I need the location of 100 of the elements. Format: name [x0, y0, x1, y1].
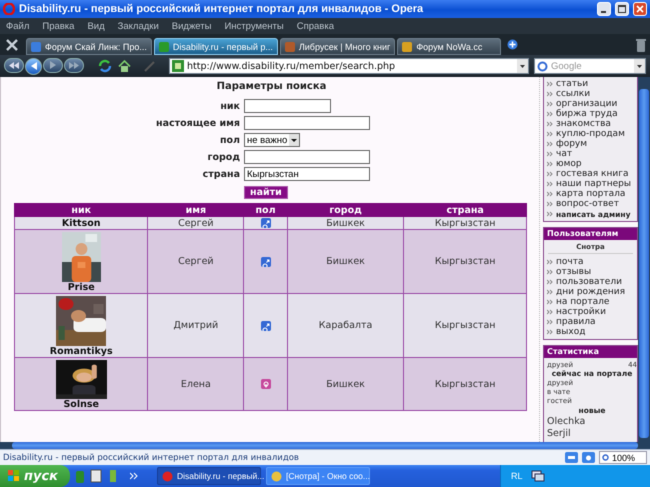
quick-launch-icon[interactable]	[107, 469, 119, 483]
caret-icon[interactable]	[289, 134, 300, 146]
browser-tab[interactable]: Disability.ru - первый р...	[154, 38, 278, 55]
sidebar-link[interactable]: гостевая книга	[556, 169, 628, 179]
column-header[interactable]: пол	[244, 204, 288, 216]
bullet-icon	[547, 211, 553, 217]
bullet-icon	[547, 181, 553, 187]
close-button[interactable]	[633, 2, 647, 16]
zoom-field[interactable]: 100%	[599, 451, 647, 464]
bullet-icon	[547, 269, 553, 275]
camera-icon[interactable]	[582, 452, 595, 463]
menu-item[interactable]: Справка	[296, 20, 334, 32]
menu-item[interactable]: Закладки	[118, 20, 159, 32]
back-icon	[30, 62, 38, 70]
sidebar-link[interactable]: дни рождения	[556, 287, 626, 297]
sidebar-link[interactable]: пользователи	[556, 277, 622, 287]
dropdown[interactable]: не важно	[244, 133, 300, 147]
bullet-icon	[547, 141, 553, 147]
sidebar-link[interactable]: ссылки	[556, 89, 590, 99]
bullet-icon	[547, 259, 553, 265]
close-icon	[636, 5, 644, 13]
bullet-icon	[547, 191, 553, 197]
column-header[interactable]: ник	[14, 204, 148, 216]
maximize-button[interactable]	[615, 2, 629, 16]
sidebar-link[interactable]: на портале	[556, 297, 610, 307]
tools-icon[interactable]	[4, 36, 20, 52]
user-link[interactable]: Serjil	[547, 428, 637, 440]
bullet-icon	[547, 329, 553, 335]
sidebar-link[interactable]: правила	[556, 317, 596, 327]
forward-button[interactable]	[43, 58, 63, 72]
field-label: настоящее имя	[156, 118, 240, 128]
rewind-button[interactable]	[4, 58, 24, 72]
sidebar-link[interactable]: юмор	[556, 159, 582, 169]
dropdown-icon[interactable]	[517, 59, 528, 73]
table-cell: Бишкек	[287, 358, 404, 410]
scrollbar-thumb[interactable]	[639, 89, 649, 438]
field-label: пол	[220, 134, 240, 146]
bullet-icon	[547, 171, 553, 177]
bullet-icon	[547, 131, 553, 137]
sidebar-link[interactable]: выход	[556, 327, 586, 337]
column-header[interactable]: город	[287, 204, 404, 216]
quick-launch-icon[interactable]	[90, 469, 102, 483]
back-button[interactable]	[25, 58, 42, 74]
panel-header: Пользователям	[544, 228, 637, 240]
search-engine-icon	[537, 60, 548, 72]
fast-forward-button[interactable]	[64, 58, 84, 72]
field-label: ник	[220, 100, 240, 112]
menu-item[interactable]: Инструменты	[224, 20, 284, 32]
sidebar-link[interactable]: биржа труда	[556, 109, 618, 119]
sidebar-link[interactable]: форум	[556, 139, 588, 149]
forward-icon	[49, 61, 57, 69]
text-field[interactable]: Кыргызстан	[244, 167, 370, 181]
menu-item[interactable]: Файл	[6, 20, 30, 32]
browser-tab[interactable]: Форум NoWa.cc	[397, 38, 502, 55]
rewind-icon	[9, 62, 19, 68]
column-header[interactable]: страна	[404, 204, 526, 216]
minimize-button[interactable]	[597, 2, 611, 16]
chevron-icon[interactable]	[130, 472, 138, 480]
new-tab-icon[interactable]	[507, 39, 518, 50]
sidebar-link[interactable]: вопрос-ответ	[556, 199, 619, 209]
browser-tab[interactable]: Форум Скай Линк: Про...	[26, 38, 152, 55]
status-text: Disability.ru - первый российский интернет портал для инвалидов	[3, 452, 300, 462]
scrollbar-thumb[interactable]	[12, 442, 638, 449]
sidebar-link[interactable]: статьи	[556, 79, 588, 89]
search-button[interactable]: найти	[244, 186, 288, 199]
sidebar-link[interactable]: куплю-продам	[556, 129, 625, 139]
menu-item[interactable]: Правка	[42, 20, 74, 32]
text-field[interactable]	[244, 116, 370, 130]
user-link[interactable]: Solnse	[63, 399, 99, 410]
panel-header: Статистика	[544, 346, 637, 358]
user-link[interactable]: Romantikys	[50, 346, 113, 357]
panel-icon[interactable]	[565, 452, 578, 463]
sidebar-link[interactable]: чат	[556, 149, 572, 159]
address-field[interactable]: http://www.disability.ru/member/search.php	[169, 58, 529, 74]
maximize-icon	[618, 5, 626, 13]
site-icon	[172, 60, 184, 72]
sidebar-link[interactable]: знакомства	[556, 119, 611, 129]
text-field[interactable]	[244, 150, 370, 164]
sidebar-link[interactable]: карта портала	[556, 189, 626, 199]
dropdown-icon[interactable]	[634, 59, 645, 73]
menu-item[interactable]: Вид	[87, 20, 105, 32]
bullet-icon	[547, 289, 553, 295]
taskbar-button[interactable]: [Снотра] - Окно соо...	[266, 467, 370, 485]
table-cell: Елена	[148, 358, 244, 410]
menu-item[interactable]: Виджеты	[172, 20, 212, 32]
user-link[interactable]: Olechka	[547, 416, 637, 428]
browser-tab[interactable]: Либрусек | Много книг	[280, 38, 396, 55]
text-field[interactable]	[244, 99, 331, 113]
fast-forward-icon	[69, 62, 79, 68]
sidebar-link[interactable]: настройки	[556, 307, 606, 317]
sidebar-link[interactable]: отзывы	[556, 267, 592, 277]
trash-icon[interactable]	[636, 38, 646, 52]
reload-icon[interactable]	[97, 59, 113, 73]
app-icon	[162, 470, 173, 482]
sidebar-link[interactable]: организации	[556, 99, 618, 109]
sidebar-link[interactable]: почта	[556, 257, 584, 267]
home-icon[interactable]	[118, 60, 131, 72]
user-link[interactable]: Prise	[68, 282, 95, 293]
column-header[interactable]: имя	[148, 204, 244, 216]
sidebar-link[interactable]: наши партнеры	[556, 179, 631, 189]
